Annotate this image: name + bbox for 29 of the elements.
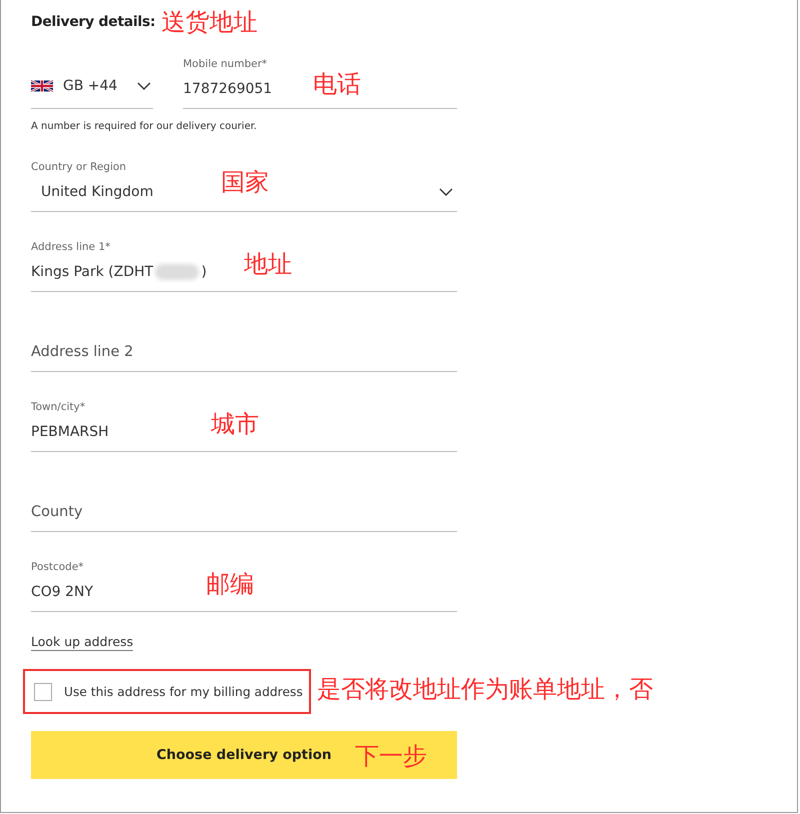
annotation: 是否将改地址作为账单地址，否 <box>317 674 653 705</box>
input-field[interactable]: County <box>31 504 231 520</box>
input-field[interactable]: Kings Park (ZDHT ) <box>31 264 207 280</box>
country-select[interactable]: United Kingdom <box>41 184 154 200</box>
field-label: Address line 1* <box>31 241 112 253</box>
annotation: 邮编 <box>206 569 254 600</box>
field-label: Town/city* <box>31 401 86 413</box>
field-label: Postcode* <box>31 561 85 573</box>
flag-icon <box>31 79 53 93</box>
input-field[interactable]: Address line 2 <box>31 344 231 360</box>
field-label: Mobile number* <box>183 58 268 70</box>
chevron-down-icon <box>137 82 152 90</box>
input-field[interactable]: PEBMARSH <box>31 424 109 440</box>
section-heading: Delivery details: <box>31 14 156 30</box>
billing-checkbox-highlight[interactable]: Use this address for my billing address <box>23 669 311 714</box>
annotation: 地址 <box>244 249 292 280</box>
look-up-address-link[interactable]: Look up address <box>31 634 134 651</box>
mobile-number-field[interactable]: 1787269051 <box>183 81 303 97</box>
input-field[interactable]: CO9 2NY <box>31 584 94 600</box>
chevron-down-icon <box>439 188 453 196</box>
annotation: 城市 <box>211 409 259 440</box>
annotation: 电话 <box>313 69 361 100</box>
annotation: 送货地址 <box>161 7 258 38</box>
country-code-select[interactable]: GB +44 <box>31 44 153 109</box>
checkbox[interactable] <box>34 682 52 700</box>
annotation: 国家 <box>221 167 269 198</box>
annotation: 下一步 <box>355 741 427 772</box>
helper-text: A number is required for our delivery courier. <box>31 121 258 132</box>
field-label: Country or Region <box>31 161 128 173</box>
